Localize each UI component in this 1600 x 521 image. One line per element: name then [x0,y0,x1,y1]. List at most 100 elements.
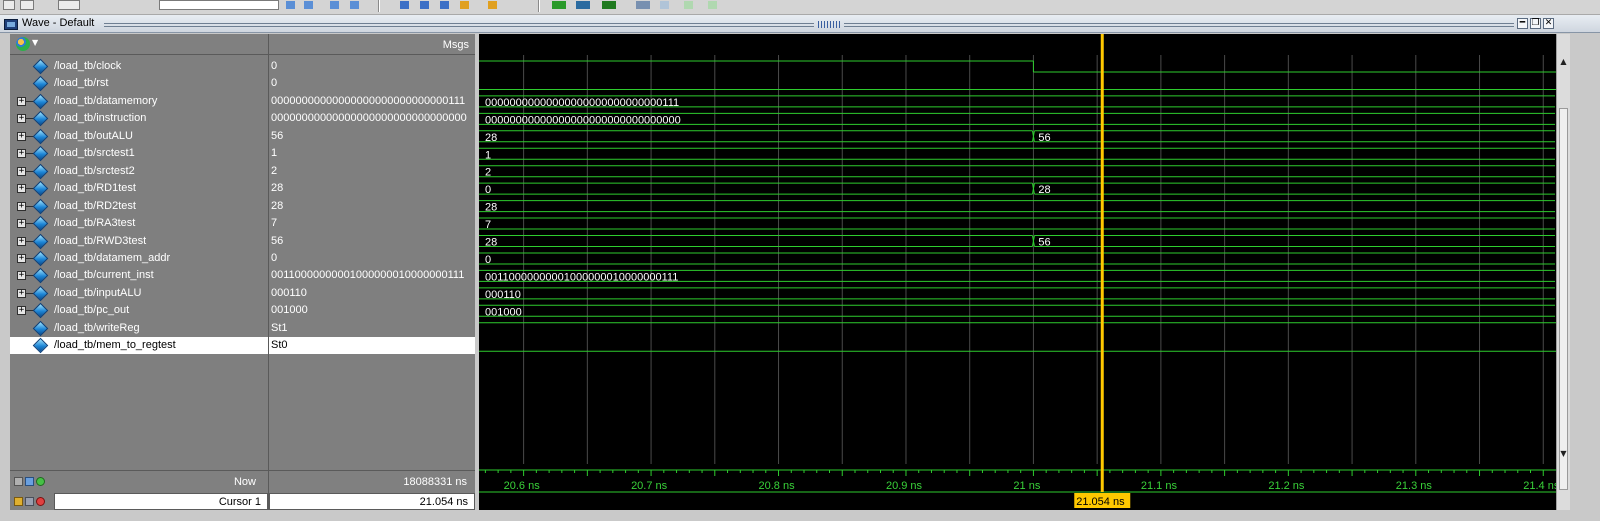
remove-cursor-icon[interactable] [36,497,45,506]
signal-value-row[interactable]: 00000000000000000000000000000000 [269,110,475,127]
toolbar-combo[interactable] [159,0,279,10]
cursor-footer-names: Now Cursor 1 [10,470,268,510]
cursor-name-cell[interactable]: Cursor 1 [54,493,268,510]
signal-value: 56 [271,130,284,142]
signal-row[interactable]: /load_tb/rst [10,75,268,92]
window-titlebar[interactable]: Wave - Default ━ ❐ ✕ [0,15,1600,33]
signal-value-row[interactable]: 28 [269,180,475,197]
toolbar-edge-icon[interactable] [440,1,449,9]
toolbar-button[interactable] [20,0,34,10]
vertical-scrollbar[interactable]: ▲ ▼ [1556,34,1570,510]
signal-row[interactable]: + /load_tb/RA3test [10,215,268,232]
signal-row[interactable]: + /load_tb/inputALU [10,285,268,302]
toolbar-arrow-icon[interactable] [286,1,295,9]
waveform-pane[interactable]: 00000000000000000000000000000111 00000000… [479,34,1556,510]
signal-value-row[interactable]: 00000000000000000000000000000111 [269,93,475,110]
signal-diamond-icon [32,285,49,302]
expand-icon[interactable]: + [17,132,26,141]
add-cursor-icon[interactable] [36,477,45,486]
signal-row[interactable]: + /load_tb/current_inst [10,267,268,284]
signal-value-row[interactable]: 7 [269,215,475,232]
expand-icon[interactable]: + [17,184,26,193]
signal-row[interactable]: + /load_tb/pc_out [10,302,268,319]
signal-diamond-icon [32,93,49,110]
signal-row[interactable]: /load_tb/writeReg [10,320,268,337]
toolbar-arrow-icon[interactable] [330,1,339,9]
signal-value-row[interactable]: 00110000000001000000010000000111 [269,267,475,284]
signal-row[interactable]: + /load_tb/datamem_addr [10,250,268,267]
signal-row[interactable]: + /load_tb/outALU [10,128,268,145]
signal-name: /load_tb/datamemory [54,95,158,107]
expand-icon[interactable]: + [17,202,26,211]
restore-button[interactable]: ❐ [1530,18,1541,29]
scroll-up-icon[interactable]: ▲ [1559,58,1568,66]
expand-icon[interactable]: + [17,149,26,158]
signal-value-row[interactable]: St1 [269,320,475,337]
signal-value-row[interactable]: 0 [269,250,475,267]
expand-icon[interactable]: + [17,219,26,228]
toolbar-edge-icon[interactable] [420,1,429,9]
signal-value-row[interactable]: 001000 [269,302,475,319]
expand-icon[interactable]: + [17,97,26,106]
toolbar-button[interactable] [58,0,80,10]
signal-row[interactable]: /load_tb/clock [10,58,268,75]
cursor-value-cell[interactable]: 21.054 ns [269,493,475,510]
edit-icon[interactable] [14,477,23,486]
expand-icon[interactable]: + [17,254,26,263]
pencil-icon[interactable] [25,497,34,506]
scroll-down-icon[interactable]: ▼ [1559,450,1568,458]
scroll-thumb[interactable] [1559,108,1568,490]
time-tick-label: 21.3 ns [1396,480,1433,492]
expand-icon[interactable]: + [17,306,26,315]
signal-diamond-icon [32,180,49,197]
signal-row[interactable]: + /load_tb/datamemory [10,93,268,110]
toolbar-zoom-icon[interactable] [552,1,566,9]
save-icon[interactable] [25,477,34,486]
toolbar-zoom-icon[interactable] [576,1,590,9]
toolbar-arrow-icon[interactable] [350,1,359,9]
signal-row[interactable]: + /load_tb/srctest2 [10,163,268,180]
expand-icon[interactable]: + [17,237,26,246]
signal-value-row[interactable]: 000110 [269,285,475,302]
waveform-canvas[interactable]: 0000000000000000000000000000011100000000… [479,34,1556,510]
signal-value-row[interactable]: St0 [269,337,475,354]
signal-value-row[interactable]: 28 [269,198,475,215]
bus-value-label: 00110000000001000000010000000111 [485,271,678,283]
signal-options-icon[interactable] [16,37,30,51]
minimize-button[interactable]: ━ [1517,18,1528,29]
toolbar-grid-icon[interactable] [636,1,650,9]
signal-value-row[interactable]: 56 [269,233,475,250]
toolbar-grid-icon[interactable] [708,1,717,9]
toolbar-arrow-icon[interactable] [304,1,313,9]
signal-row[interactable]: + /load_tb/RWD3test [10,233,268,250]
title-grip-handle[interactable] [818,21,840,28]
expand-icon[interactable]: + [17,167,26,176]
signal-row[interactable]: + /load_tb/instruction [10,110,268,127]
toolbar-button[interactable] [3,0,15,10]
close-button[interactable]: ✕ [1543,18,1554,29]
toolbar-zoom-icon[interactable] [602,1,616,9]
expand-icon[interactable]: + [17,114,26,123]
signal-row[interactable]: /load_tb/mem_to_regtest [10,337,268,354]
signal-value-row[interactable]: 0 [269,75,475,92]
signal-value-row[interactable]: 2 [269,163,475,180]
signal-value-row[interactable]: 56 [269,128,475,145]
signal-value-row[interactable]: 0 [269,58,475,75]
expand-icon[interactable]: + [17,271,26,280]
signal-row[interactable]: + /load_tb/RD1test [10,180,268,197]
toolbar-edge-icon[interactable] [400,1,409,9]
signal-name: /load_tb/clock [54,60,122,72]
signal-row[interactable]: + /load_tb/RD2test [10,198,268,215]
toolbar-grid-icon[interactable] [660,1,669,9]
toolbar-marker-icon[interactable] [488,1,497,9]
signal-value: 0 [271,252,278,264]
chevron-down-icon[interactable]: ▼ [32,38,38,47]
signal-value-row[interactable]: 1 [269,145,475,162]
title-grip [104,23,814,27]
toolbar-grid-icon[interactable] [684,1,693,9]
lock-icon[interactable] [14,497,23,506]
expand-icon[interactable]: + [17,289,26,298]
cursor-footer-values: 18088331 ns 21.054 ns [269,470,475,510]
signal-row[interactable]: + /load_tb/srctest1 [10,145,268,162]
toolbar-marker-icon[interactable] [460,1,469,9]
